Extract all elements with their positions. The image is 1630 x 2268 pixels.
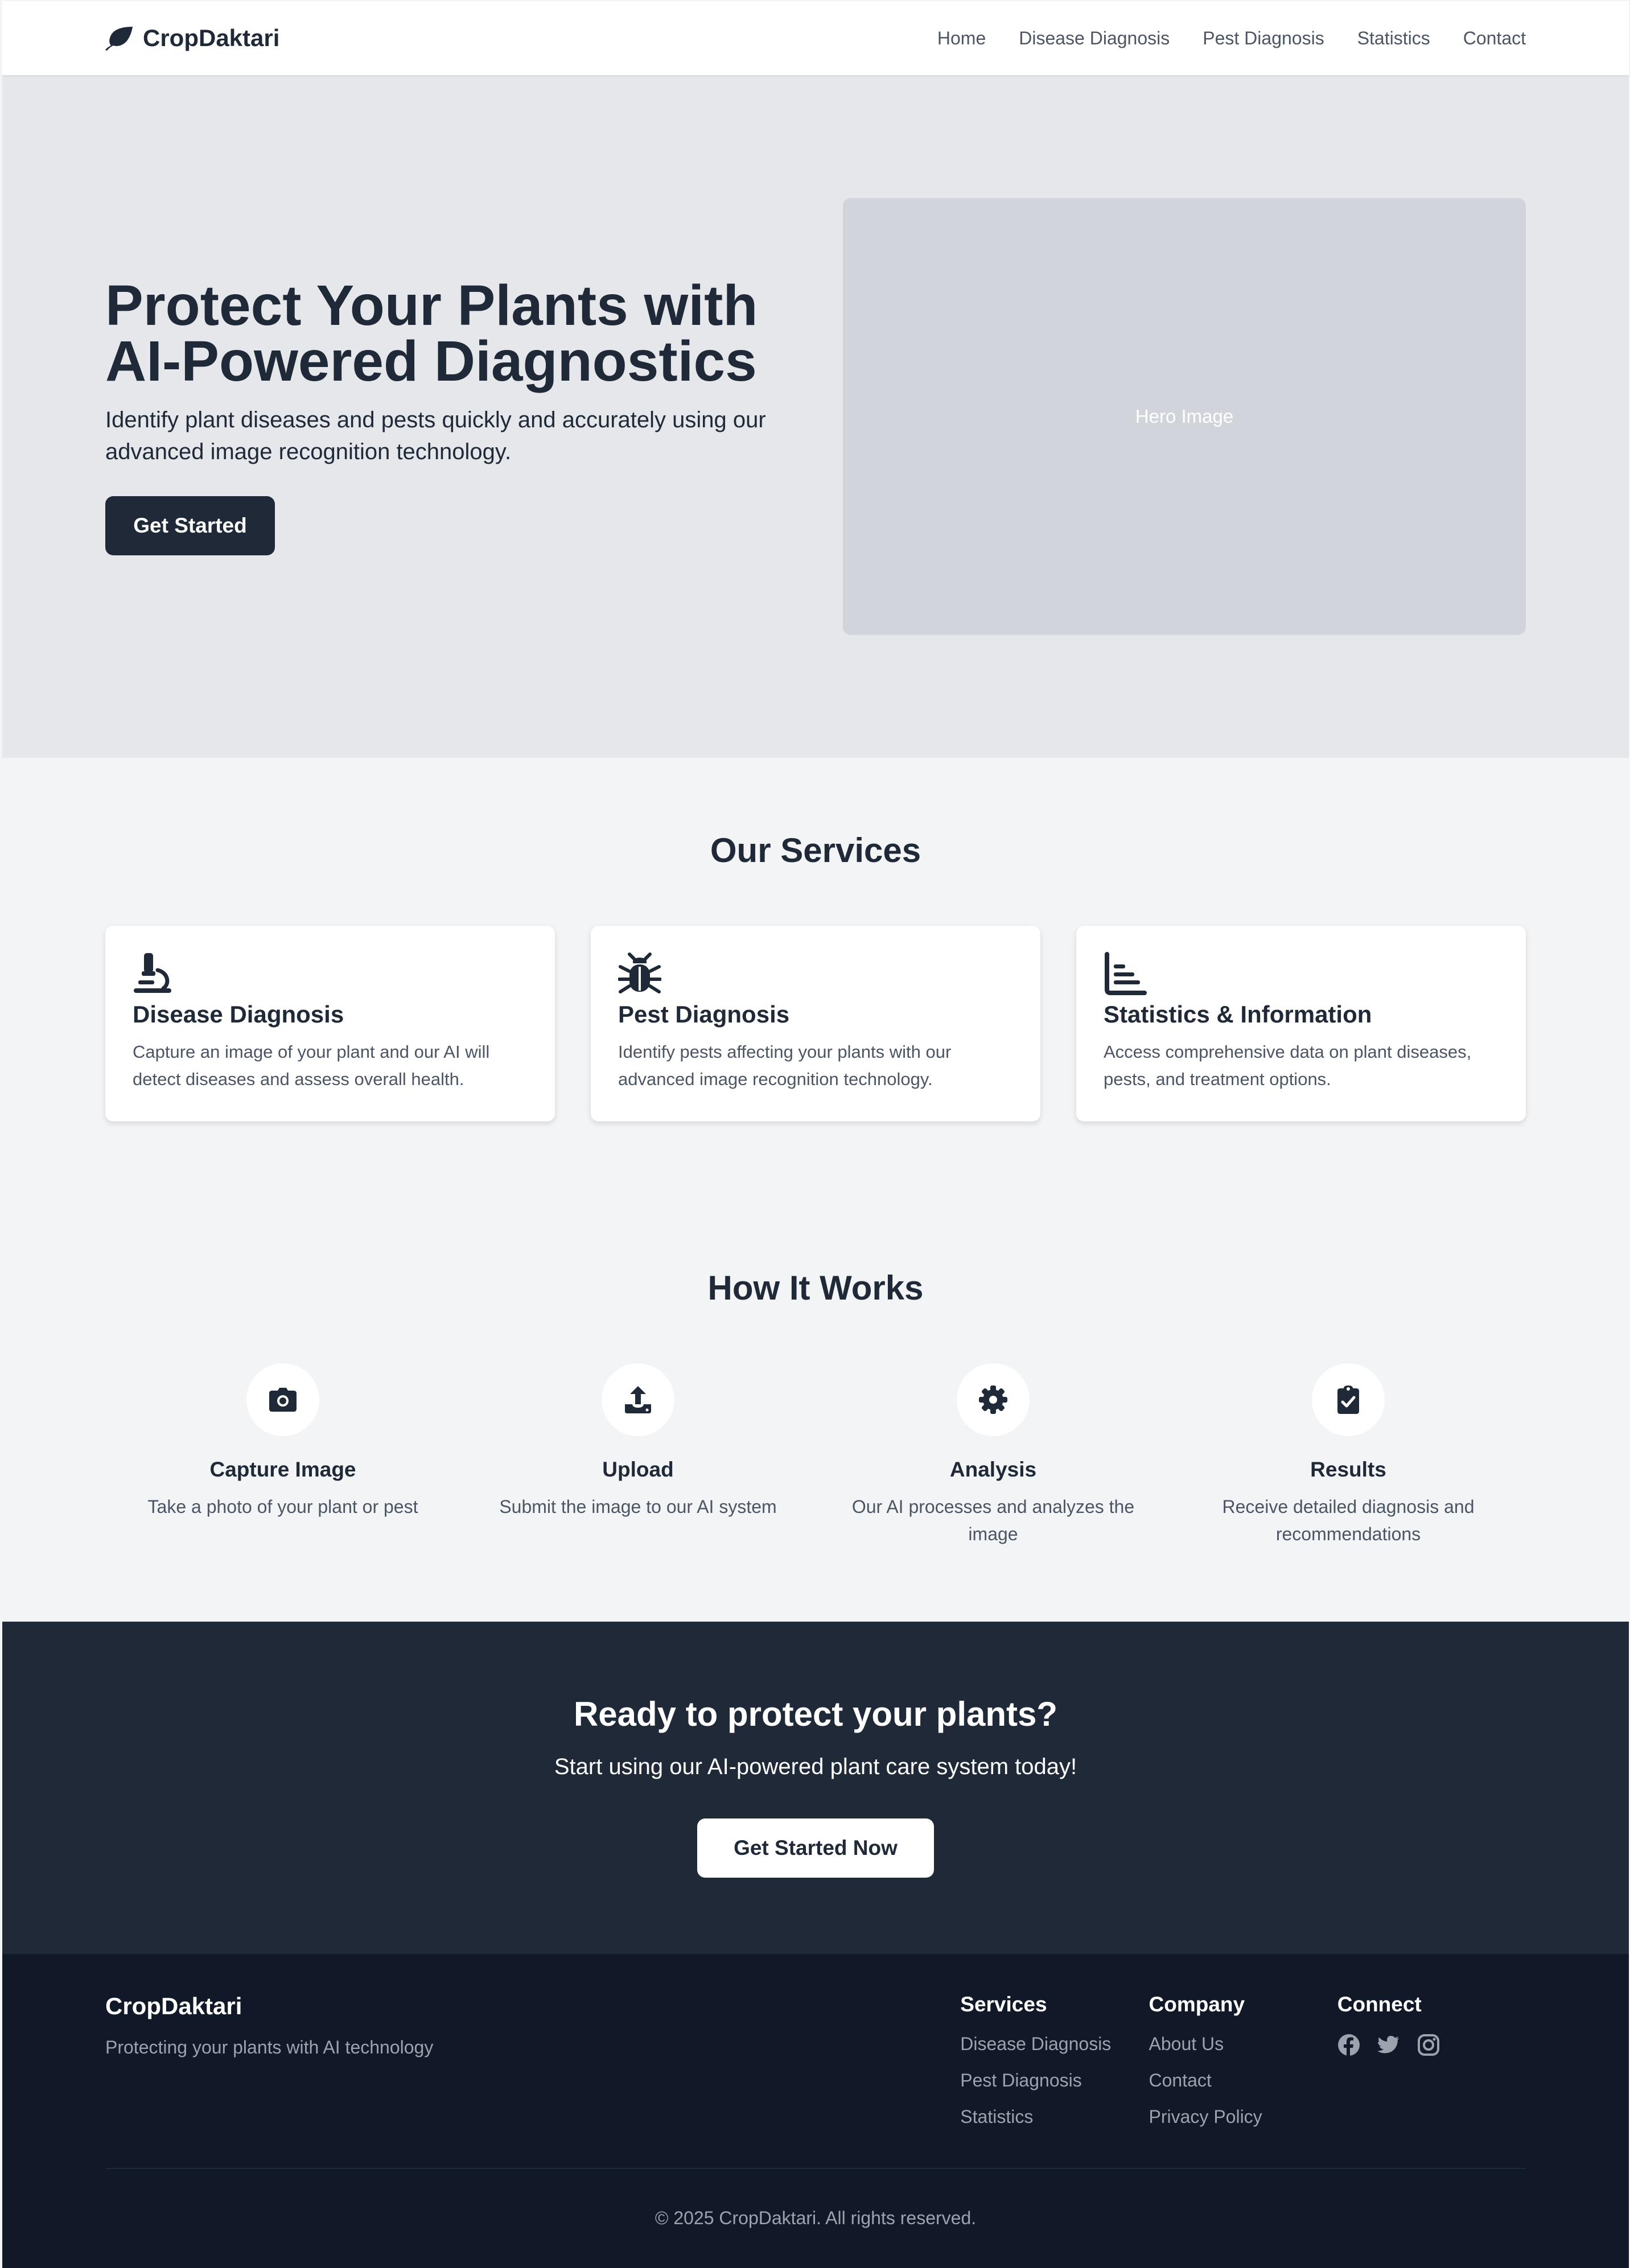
step-text: Receive detailed diagnosis and recommend… [1222, 1496, 1475, 1544]
footer-tagline: Protecting your plants with AI technolog… [105, 2037, 434, 2057]
hero-content: Protect Your Plants with AI-Powered Diag… [105, 277, 788, 555]
service-card-text: Identify pests affecting your plants wit… [618, 1042, 952, 1089]
step-icon-circle [1312, 1363, 1385, 1436]
cta-subtitle: Start using our AI-powered plant care sy… [554, 1754, 1077, 1779]
footer-link-contact[interactable]: Contact [1149, 2070, 1337, 2090]
step-title: Results [1310, 1458, 1386, 1481]
footer-link-statistics[interactable]: Statistics [960, 2106, 1149, 2127]
bug-icon [618, 952, 661, 993]
footer-link-privacy-policy[interactable]: Privacy Policy [1149, 2106, 1337, 2127]
service-card-disease[interactable]: Disease Diagnosis Capture an image of yo… [105, 926, 555, 1121]
hero-section: Protect Your Plants with AI-Powered Diag… [2, 75, 1629, 758]
get-started-button[interactable]: Get Started [105, 496, 275, 555]
hero-subtitle: Identify plant diseases and pests quickl… [105, 407, 766, 464]
upload-icon [625, 1386, 651, 1413]
nav-links: Home Disease Diagnosis Pest Diagnosis St… [937, 28, 1526, 49]
step-analysis: Analysis Our AI processes and analyzes t… [816, 1363, 1171, 1548]
service-card-statistics[interactable]: Statistics & Information Access comprehe… [1076, 926, 1526, 1121]
leaf-icon [105, 27, 133, 51]
get-started-now-button[interactable]: Get Started Now [697, 1818, 934, 1878]
cta-section: Ready to protect your plants? Start usin… [2, 1622, 1629, 1954]
clipboard-check-icon [1337, 1385, 1359, 1414]
step-upload: Upload Submit the image to our AI system [460, 1363, 816, 1548]
social-links [1337, 2034, 1526, 2056]
step-title: Analysis [949, 1458, 1037, 1481]
footer-brand-name: CropDaktari [105, 1993, 242, 2019]
brand-name: CropDaktari [143, 24, 280, 51]
service-card-title: Statistics & Information [1104, 1001, 1372, 1028]
step-text: Submit the image to our AI system [499, 1496, 777, 1517]
camera-icon [269, 1388, 297, 1412]
footer-brand: CropDaktari Protecting your plants with … [105, 1993, 960, 2168]
nav-link-statistics[interactable]: Statistics [1357, 28, 1430, 49]
bar-chart-icon [1105, 952, 1147, 995]
service-card-text: Capture an image of your plant and our A… [133, 1042, 490, 1089]
step-results: Results Receive detailed diagnosis and r… [1171, 1363, 1526, 1548]
service-card-title: Pest Diagnosis [618, 1001, 790, 1028]
footer-link-pest-diagnosis[interactable]: Pest Diagnosis [960, 2070, 1149, 2090]
hero-title: Protect Your Plants with AI-Powered Diag… [105, 277, 788, 390]
gear-icon [979, 1385, 1007, 1414]
nav-link-pest-diagnosis[interactable]: Pest Diagnosis [1203, 28, 1324, 49]
nav-link-disease-diagnosis[interactable]: Disease Diagnosis [1019, 28, 1170, 49]
hero-title-line-2: AI-Powered Diagnostics [105, 329, 757, 393]
footer-link-disease-diagnosis[interactable]: Disease Diagnosis [960, 2034, 1149, 2054]
hero-image-placeholder: Hero Image [843, 198, 1526, 635]
facebook-icon[interactable] [1337, 2034, 1360, 2056]
copyright: © 2025 CropDaktari. All rights reserved. [655, 2208, 977, 2228]
twitter-icon[interactable] [1377, 2034, 1400, 2056]
footer-services: Services Disease Diagnosis Pest Diagnosi… [960, 1993, 1149, 2168]
page: CropDaktari Home Disease Diagnosis Pest … [2, 1, 1629, 2268]
cta-title: Ready to protect your plants? [573, 1695, 1058, 1733]
microscope-icon [134, 953, 171, 993]
service-card-title: Disease Diagnosis [133, 1001, 344, 1028]
step-title: Upload [602, 1458, 674, 1481]
hero-image-label: Hero Image [1135, 406, 1234, 427]
how-it-works-section: How It Works Capture Image Take a photo … [2, 1121, 1629, 1548]
services-title: Our Services [710, 831, 921, 869]
step-text: Our AI processes and analyzes the image [851, 1496, 1135, 1544]
hero-title-line-1: Protect Your Plants with [105, 274, 758, 337]
service-card-pest[interactable]: Pest Diagnosis Identify pests affecting … [591, 926, 1040, 1121]
footer: CropDaktari Protecting your plants with … [2, 1954, 1629, 2268]
service-card-text: Access comprehensive data on plant disea… [1104, 1042, 1472, 1089]
footer-services-title: Services [960, 1993, 1047, 2016]
steps: Capture Image Take a photo of your plant… [105, 1363, 1526, 1548]
step-icon-circle [957, 1363, 1030, 1436]
step-icon-circle [602, 1363, 674, 1436]
footer-link-about-us[interactable]: About Us [1149, 2034, 1337, 2054]
step-title: Capture Image [209, 1458, 356, 1481]
services-section: Our Services Disease Diagnosis Capture a… [2, 758, 1629, 1121]
step-text: Take a photo of your plant or pest [147, 1496, 418, 1517]
nav-link-home[interactable]: Home [937, 28, 986, 49]
how-it-works-title: How It Works [707, 1269, 924, 1307]
instagram-icon[interactable] [1417, 2034, 1440, 2056]
brand-logo-link[interactable]: CropDaktari [105, 24, 279, 52]
step-capture-image: Capture Image Take a photo of your plant… [105, 1363, 460, 1548]
footer-company-title: Company [1149, 1993, 1245, 2016]
step-icon-circle [246, 1363, 319, 1436]
footer-connect-title: Connect [1337, 1993, 1422, 2016]
nav-link-contact[interactable]: Contact [1463, 28, 1526, 49]
footer-company: Company About Us Contact Privacy Policy [1149, 1993, 1337, 2168]
navbar: CropDaktari Home Disease Diagnosis Pest … [2, 1, 1629, 75]
service-cards: Disease Diagnosis Capture an image of yo… [105, 926, 1526, 1121]
footer-connect: Connect [1337, 1993, 1526, 2168]
